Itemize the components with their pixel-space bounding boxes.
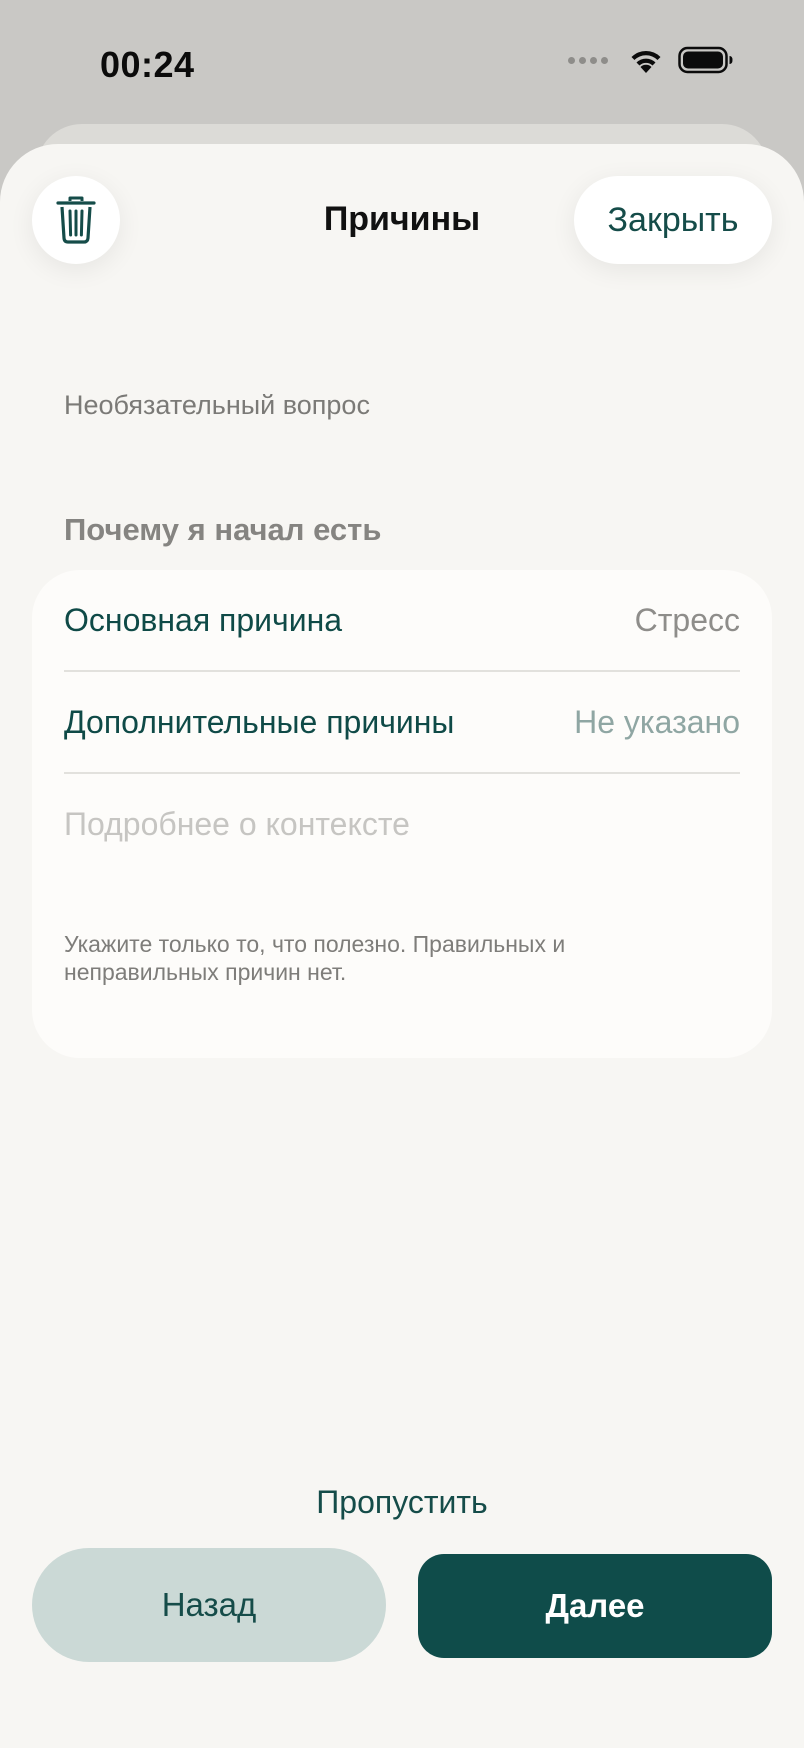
- context-input[interactable]: Подробнее о контексте: [64, 806, 410, 843]
- main-reason-row[interactable]: Основная причина Стресс: [64, 570, 740, 672]
- close-button[interactable]: Закрыть: [574, 176, 772, 264]
- main-reason-value: Стресс: [634, 601, 740, 638]
- status-time: 00:24: [100, 44, 195, 85]
- status-bar: 00:24: [0, 0, 804, 130]
- reasons-sheet: Причины Закрыть Необязательный вопрос По…: [0, 144, 804, 1748]
- back-button[interactable]: Назад: [32, 1548, 386, 1662]
- section-title: Почему я начал есть: [64, 512, 382, 547]
- optional-question-label: Необязательный вопрос: [64, 390, 370, 420]
- additional-reasons-row[interactable]: Дополнительные причины Не указано: [64, 672, 740, 774]
- skip-button[interactable]: Пропустить: [0, 1484, 804, 1521]
- next-button[interactable]: Далее: [418, 1554, 772, 1658]
- wifi-icon: [631, 50, 661, 73]
- main-reason-label: Основная причина: [64, 601, 343, 638]
- additional-reasons-value: Не указано: [574, 703, 740, 740]
- additional-reasons-label: Дополнительные причины: [64, 703, 455, 740]
- signal-dots-icon: [568, 56, 608, 64]
- status-icons: [568, 46, 734, 74]
- hint-text: Укажите только то, что полезно. Правильн…: [64, 931, 566, 985]
- battery-icon: [678, 46, 733, 74]
